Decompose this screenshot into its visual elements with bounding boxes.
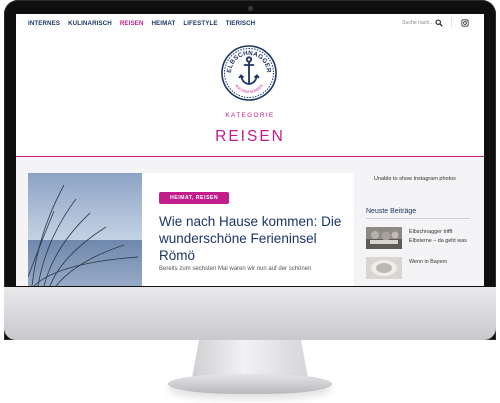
nav-item-lifestyle[interactable]: LIFESTYLE [183, 20, 217, 27]
instagram-icon[interactable] [461, 19, 469, 27]
post-card[interactable]: HEIMAT, REISEN Wie nach Hause kommen: Di… [28, 173, 354, 286]
post-image[interactable] [28, 173, 142, 286]
nav-item-kulinarisch[interactable]: KULINARISCH [68, 20, 112, 27]
recent-post-title[interactable]: Elbschnagger trifft Elbsterne – da geht … [409, 228, 473, 246]
site-logo[interactable]: ELBSCHNAGGER AUS DEM NORDEN [220, 44, 278, 102]
recent-post-item[interactable]: Elbschnagger trifft Elbsterne – da geht … [366, 227, 476, 251]
imac-chin [4, 287, 496, 340]
post-title[interactable]: Wie nach Hause kommen: Die wunderschöne … [159, 213, 349, 264]
category-title: REISEN [215, 128, 285, 145]
post-category-tag[interactable]: HEIMAT, REISEN [159, 192, 230, 204]
top-navigation: INTERNES KULINARISCH REISEN HEIMAT LIFESTYLE… [16, 14, 484, 34]
nav-menu: INTERNES KULINARISCH REISEN HEIMAT LIFESTYLE… [28, 20, 255, 27]
recent-post-title[interactable]: Wenn in Bayern [409, 258, 473, 267]
recent-post-thumbnail[interactable] [366, 227, 402, 249]
nav-item-internes[interactable]: INTERNES [28, 20, 60, 27]
recent-posts-heading: Neuste Beiträge [366, 208, 417, 215]
recent-post-thumbnail[interactable] [366, 257, 402, 279]
post-excerpt: Bereits zum sechsten Mal waren wir nun a… [159, 266, 312, 272]
instagram-message: Unable to show Instagram photos [374, 176, 456, 182]
recent-post-item[interactable]: Wenn in Bayern [366, 257, 476, 281]
search-input[interactable]: Suche nach... [402, 20, 434, 26]
search-box[interactable]: Suche nach... [402, 18, 446, 29]
sidebar: Unable to show Instagram photos Neuste B… [360, 157, 484, 286]
nav-item-heimat[interactable]: HEIMAT [151, 20, 175, 27]
browser-screen: INTERNES KULINARISCH REISEN HEIMAT LIFESTYLE… [16, 14, 484, 286]
nav-item-tierisch[interactable]: TIERISCH [226, 20, 256, 27]
imac-stand-base [168, 374, 332, 394]
camera-icon [248, 6, 253, 11]
imac-stand-neck [192, 340, 308, 378]
nav-item-reisen[interactable]: REISEN [120, 20, 144, 27]
category-label: KATEGORIE [225, 112, 275, 119]
recent-posts-divider [366, 218, 470, 219]
search-icon[interactable] [435, 19, 443, 27]
nav-divider [451, 18, 452, 28]
